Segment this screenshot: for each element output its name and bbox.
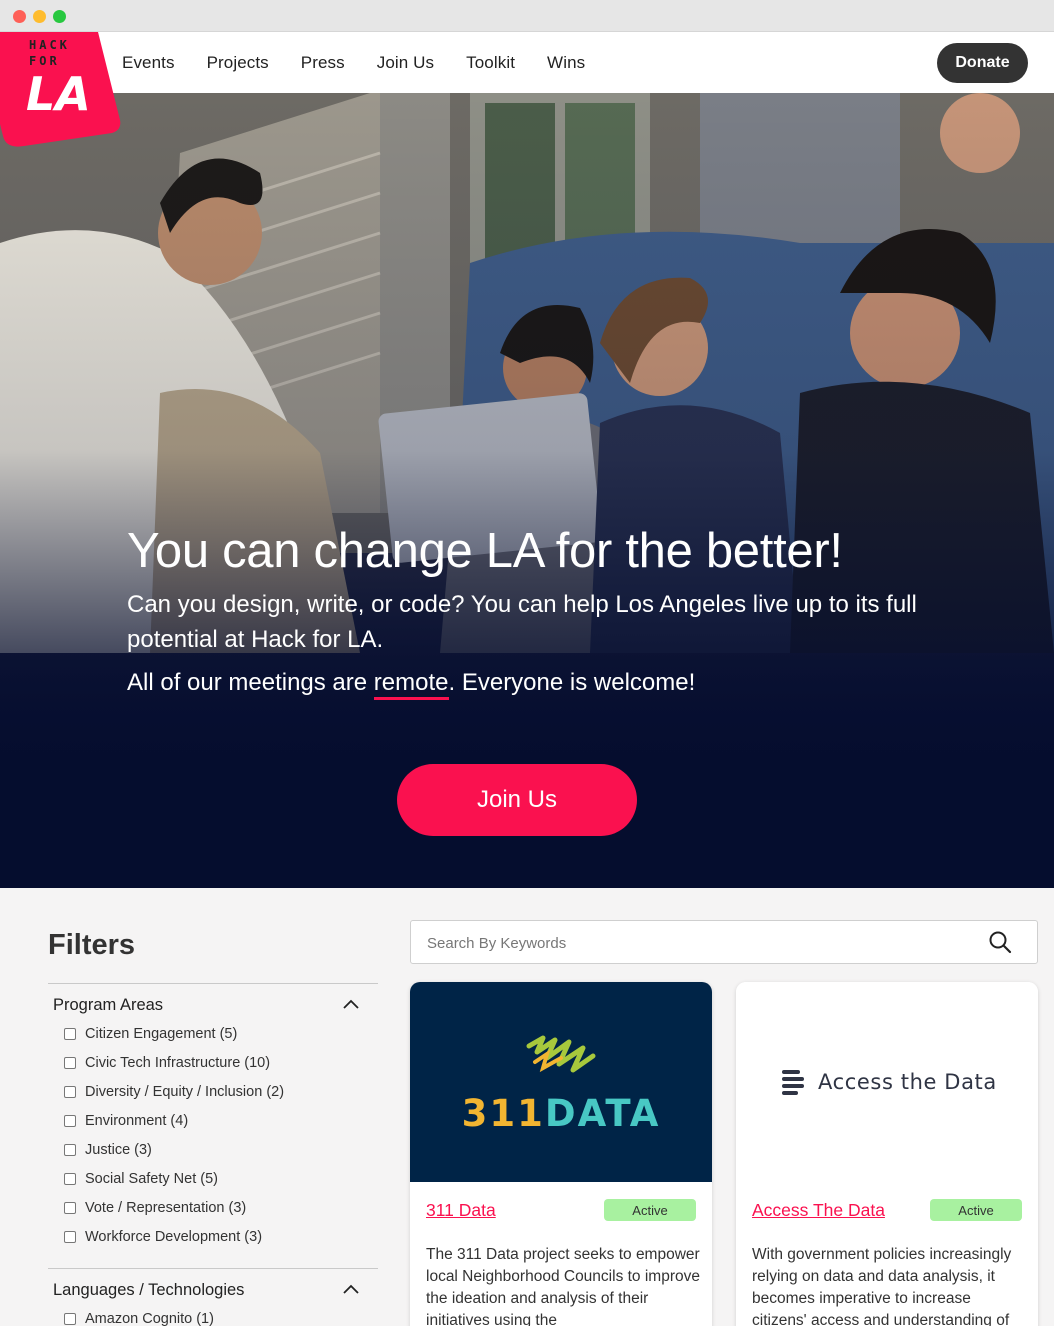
project-card-311-data[interactable]: 311DATA 311 Data Active The 311 Data pro… — [410, 982, 712, 1326]
hero-section: You can change LA for the better! Can yo… — [0, 93, 1054, 888]
311-data-wordmark: 311DATA — [410, 1092, 712, 1135]
meetings-suffix: . Everyone is welcome! — [448, 669, 696, 696]
checkbox[interactable] — [64, 1173, 76, 1185]
nav-projects[interactable]: Projects — [207, 53, 269, 73]
filter-option-civic-tech-infrastructure[interactable]: Civic Tech Infrastructure (10) — [64, 1055, 270, 1071]
filters-title: Filters — [48, 929, 136, 961]
filter-group-languages-technologies[interactable]: Languages / Technologies — [53, 1281, 244, 1300]
filter-option-environment[interactable]: Environment (4) — [64, 1113, 188, 1129]
minimize-window-button[interactable] — [33, 10, 46, 23]
access-the-data-logo: Access the Data — [780, 1068, 997, 1096]
status-badge: Active — [930, 1199, 1022, 1221]
checkbox[interactable] — [64, 1086, 76, 1098]
filter-option-label: Citizen Engagement (5) — [85, 1026, 238, 1042]
checkbox[interactable] — [64, 1144, 76, 1156]
filter-group-program-areas[interactable]: Program Areas — [53, 996, 163, 1015]
checkbox[interactable] — [64, 1115, 76, 1127]
logo-text-la: LA — [26, 67, 91, 121]
stacked-lines-icon — [782, 1070, 804, 1095]
wordmark-word: DATA — [544, 1092, 661, 1135]
close-window-button[interactable] — [13, 10, 26, 23]
filter-option-diversity-equity-inclusion[interactable]: Diversity / Equity / Inclusion (2) — [64, 1084, 284, 1100]
311-data-scribble-icon — [526, 1035, 596, 1073]
donate-button[interactable]: Donate — [937, 43, 1028, 83]
filter-option-label: Diversity / Equity / Inclusion (2) — [85, 1084, 285, 1100]
checkbox[interactable] — [64, 1313, 76, 1325]
maximize-window-button[interactable] — [53, 10, 66, 23]
filter-divider — [48, 1268, 378, 1269]
filter-divider — [48, 983, 378, 984]
project-description: With government policies increasingly re… — [752, 1246, 1012, 1326]
logo-text-for: FOR — [29, 54, 60, 68]
filter-option-vote-representation[interactable]: Vote / Representation (3) — [64, 1200, 246, 1216]
checkbox[interactable] — [64, 1028, 76, 1040]
remote-link[interactable]: remote — [373, 669, 449, 700]
nav-join-us[interactable]: Join Us — [377, 53, 434, 73]
hero-meetings-text: All of our meetings are remote. Everyone… — [127, 669, 696, 700]
hero-subtitle: Can you design, write, or code? You can … — [127, 591, 917, 653]
browser-titlebar — [0, 0, 1054, 32]
nav-press[interactable]: Press — [301, 53, 345, 73]
project-logo-311-data: 311DATA — [410, 982, 712, 1182]
hack-for-la-logo[interactable]: HACK FOR LA — [0, 32, 122, 148]
project-logo-access-the-data: Access the Data — [736, 982, 1038, 1182]
filter-option-label: Workforce Development (3) — [85, 1229, 263, 1245]
project-title-link[interactable]: Access The Data — [752, 1200, 885, 1221]
filter-option-label: Amazon Cognito (1) — [85, 1311, 214, 1326]
filter-option-label: Environment (4) — [85, 1113, 189, 1129]
project-title-link[interactable]: 311 Data — [426, 1200, 496, 1221]
nav-wins[interactable]: Wins — [547, 53, 585, 73]
logo-text-hack: HACK — [29, 38, 70, 52]
nav-toolkit[interactable]: Toolkit — [466, 53, 515, 73]
filter-option-label: Civic Tech Infrastructure (10) — [85, 1055, 271, 1071]
search-input[interactable] — [427, 932, 987, 954]
filter-option-label: Justice (3) — [85, 1142, 152, 1158]
project-card-access-the-data[interactable]: Access the Data Access The Data Active W… — [736, 982, 1038, 1326]
search-icon[interactable] — [988, 930, 1012, 954]
checkbox[interactable] — [64, 1057, 76, 1069]
checkbox[interactable] — [64, 1202, 76, 1214]
search-box — [410, 920, 1038, 964]
main-nav: Events Projects Press Join Us Toolkit Wi… — [122, 32, 617, 93]
filter-option-amazon-cognito[interactable]: Amazon Cognito (1) — [64, 1311, 214, 1326]
filter-option-justice[interactable]: Justice (3) — [64, 1142, 152, 1158]
hero-title: You can change LA for the better! — [127, 524, 843, 578]
filter-option-citizen-engagement[interactable]: Citizen Engagement (5) — [64, 1026, 237, 1042]
filter-option-social-safety-net[interactable]: Social Safety Net (5) — [64, 1171, 218, 1187]
filter-option-workforce-development[interactable]: Workforce Development (3) — [64, 1229, 262, 1245]
wordmark-number: 311 — [461, 1092, 545, 1135]
chevron-up-icon[interactable] — [342, 1283, 360, 1295]
status-badge: Active — [604, 1199, 696, 1221]
filter-option-label: Social Safety Net (5) — [85, 1171, 218, 1187]
access-the-data-wordmark: Access the Data — [818, 1070, 997, 1094]
checkbox[interactable] — [64, 1231, 76, 1243]
meetings-prefix: All of our meetings are — [127, 669, 374, 696]
nav-events[interactable]: Events — [122, 53, 175, 73]
chevron-up-icon[interactable] — [342, 998, 360, 1010]
filter-option-label: Vote / Representation (3) — [85, 1200, 247, 1216]
join-us-button[interactable]: Join Us — [397, 764, 637, 836]
project-description: The 311 Data project seeks to empower lo… — [426, 1246, 700, 1326]
